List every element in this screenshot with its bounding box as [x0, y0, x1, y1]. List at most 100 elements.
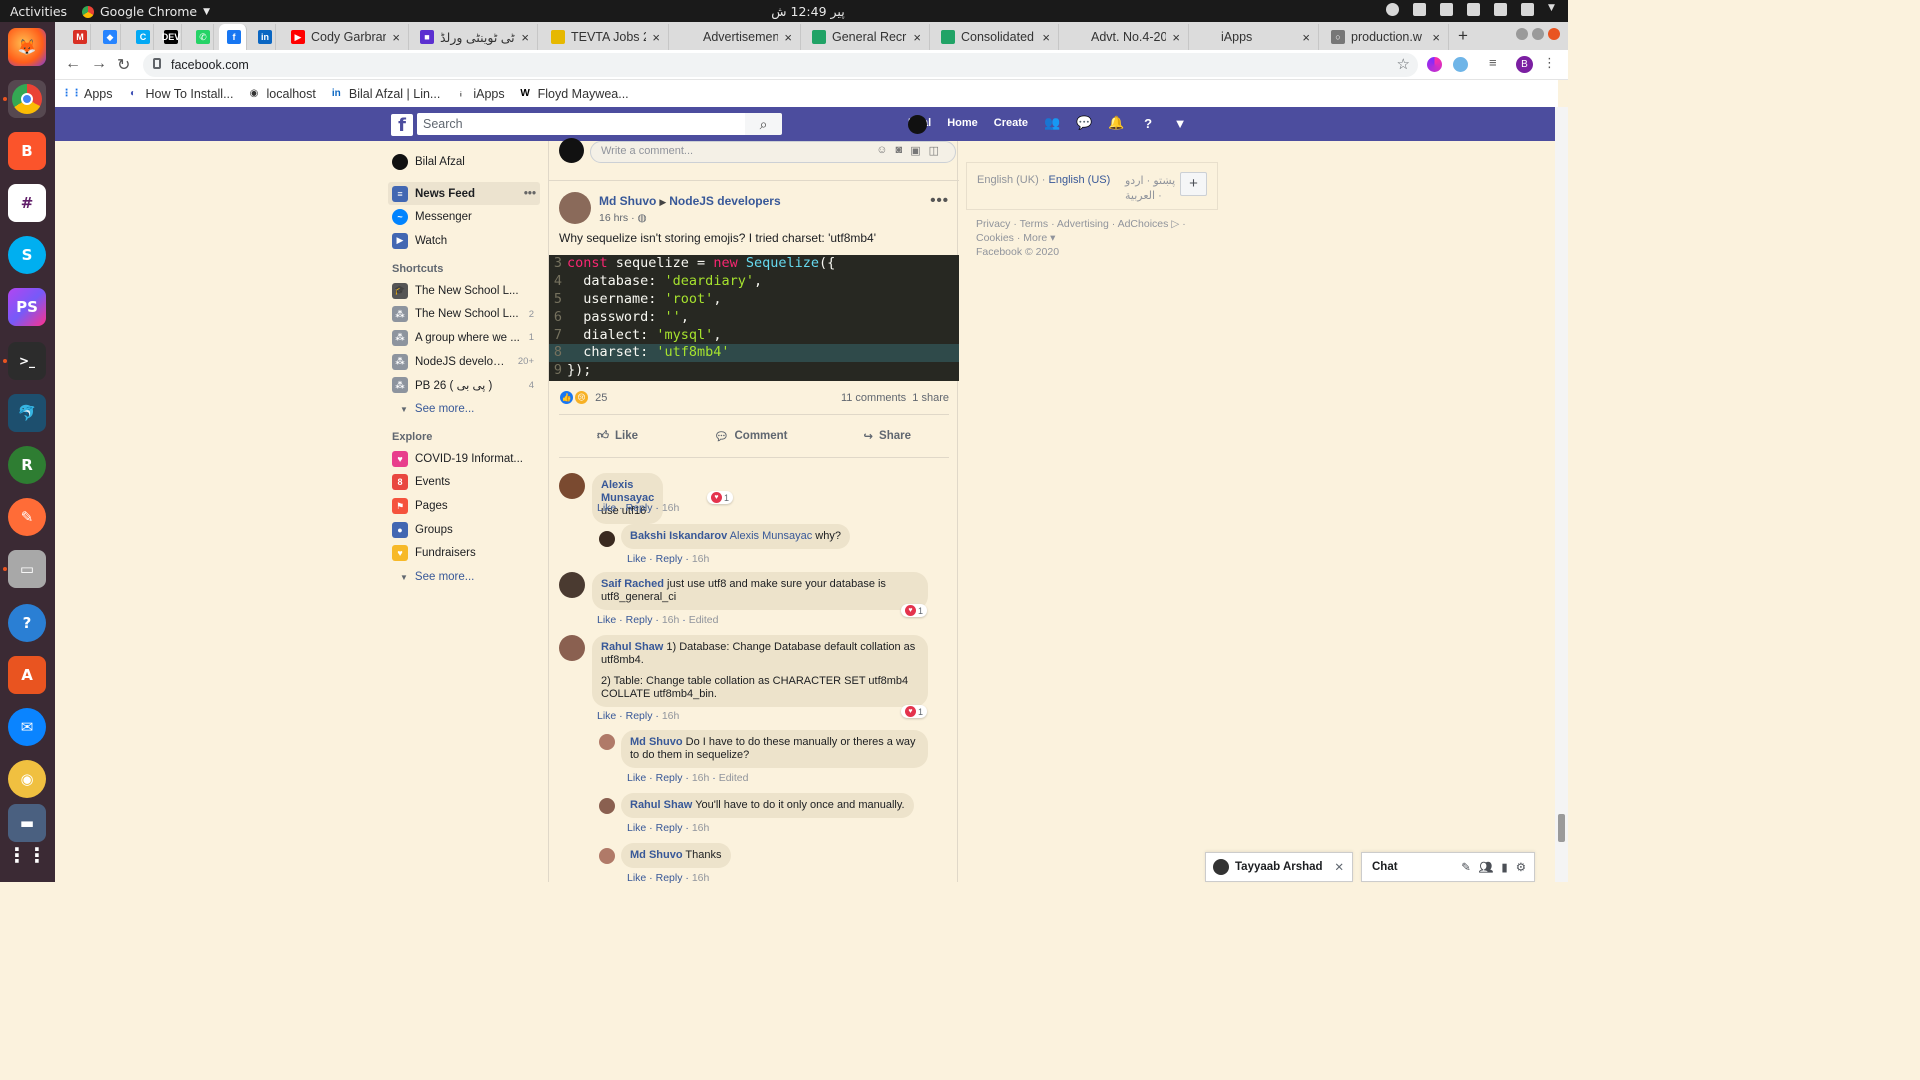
create-link[interactable]: Create: [994, 117, 1028, 129]
postman-icon[interactable]: ✎: [8, 498, 46, 536]
browser-tab[interactable]: General Recru ×: [804, 24, 930, 50]
comment-like-link[interactable]: Like: [597, 710, 616, 722]
browser-tab[interactable]: Advt. No.4-20 ×: [1063, 24, 1189, 50]
page-scrollbar[interactable]: [1555, 107, 1568, 882]
sticker-icon[interactable]: ◫: [929, 144, 939, 157]
sidebar-explore-item[interactable]: ● Groups: [388, 518, 540, 542]
wifi-icon[interactable]: [1440, 3, 1453, 16]
chat-sidebar-bar[interactable]: Chat ✎ 👥︎ ▮ ⚙: [1361, 852, 1535, 882]
sidebar-item-messenger[interactable]: ~ Messenger: [388, 205, 540, 229]
tab-close-icon[interactable]: ×: [1432, 30, 1440, 45]
browser-tab[interactable]: ○ production.w ×: [1323, 24, 1449, 50]
comment-author[interactable]: Md Shuvo: [630, 736, 683, 748]
activities-button[interactable]: Activities: [10, 4, 67, 19]
bookmark-star-icon[interactable]: ☆: [1397, 55, 1410, 73]
avatar[interactable]: [559, 192, 591, 224]
brave-icon[interactable]: B: [8, 132, 46, 170]
comment-like-link[interactable]: Like: [597, 614, 616, 626]
forward-button[interactable]: →: [91, 55, 107, 73]
tab-close-icon[interactable]: ×: [1042, 30, 1050, 45]
reaction-count[interactable]: 25: [595, 392, 607, 404]
bookmark-item[interactable]: in Bilal Afzal | Lin...: [330, 87, 440, 101]
show-apps-icon[interactable]: ⋮⋮: [7, 836, 47, 874]
comment-reply-link[interactable]: Reply: [626, 614, 653, 626]
tagged-user[interactable]: Alexis Munsayac: [730, 530, 813, 542]
mysql-workbench-icon[interactable]: 🐬: [8, 394, 46, 432]
browser-tab[interactable]: iApps ×: [1193, 24, 1319, 50]
comment-like-link[interactable]: Like: [627, 872, 646, 884]
maximize-button[interactable]: [1532, 28, 1544, 40]
add-language-button[interactable]: +: [1180, 172, 1207, 196]
media-control-icon[interactable]: ≡: [1489, 55, 1504, 70]
comment-like-link[interactable]: Like: [627, 822, 646, 834]
firefox-icon[interactable]: 🦊: [8, 28, 46, 66]
avatar[interactable]: [599, 734, 615, 750]
notifications-icon[interactable]: 🔔: [1108, 115, 1124, 131]
friend-requests-icon[interactable]: 👥: [1044, 115, 1060, 131]
comment-author[interactable]: Rahul Shaw: [601, 641, 663, 653]
slack-tray-icon[interactable]: [1413, 3, 1426, 16]
emoji-icon[interactable]: ☺: [876, 144, 887, 157]
sidebar-shortcut-item[interactable]: ⁂ PB 26 ( پی بی ) 4: [388, 374, 540, 398]
comment-time[interactable]: 16h: [662, 502, 680, 514]
gear-icon[interactable]: ⚙: [1516, 860, 1526, 874]
avatar[interactable]: [599, 531, 615, 547]
sidebar-explore-item[interactable]: ♥ Fundraisers: [388, 542, 540, 566]
files-icon[interactable]: ▭: [8, 550, 46, 588]
browser-tab[interactable]: Consolidated ×: [933, 24, 1059, 50]
post-author[interactable]: Md Shuvo: [599, 194, 656, 208]
sidebar-shortcut-item[interactable]: ⁂ A group where we ... 1: [388, 326, 540, 350]
url-text[interactable]: facebook.com: [171, 58, 249, 72]
search-icon[interactable]: ⌕: [745, 113, 782, 135]
rhythmbox-icon[interactable]: ◉: [8, 760, 46, 798]
comment-author[interactable]: Bakshi Iskandarov: [630, 530, 727, 542]
tab-close-icon[interactable]: ×: [652, 30, 660, 45]
messenger-icon[interactable]: 💬: [1076, 115, 1092, 131]
comment-button[interactable]: 💬︎ Comment: [714, 429, 788, 443]
gif-icon[interactable]: ▣: [910, 144, 920, 157]
sidebar-explore-item[interactable]: ⚑ Pages: [388, 494, 540, 518]
see-more-shortcuts[interactable]: ▼ See more...: [388, 397, 540, 421]
extension-icon[interactable]: [1427, 57, 1442, 72]
comment-reply-link[interactable]: Reply: [656, 772, 683, 784]
sidebar-item-profile[interactable]: Bilal Afzal: [388, 150, 540, 174]
browser-tab[interactable]: ■ ٹی ٹوینٹی ورلڈ ×: [412, 24, 538, 50]
address-bar[interactable]: facebook.com ☆: [143, 53, 1418, 77]
bookmark-item[interactable]: ⋮⋮ Apps: [62, 87, 113, 101]
more-options-icon[interactable]: •••: [524, 188, 540, 200]
browser-tab[interactable]: in: [250, 24, 276, 50]
battery-icon[interactable]: [1521, 3, 1534, 16]
help-icon[interactable]: ?: [8, 604, 46, 642]
comment-reply-link[interactable]: Reply: [626, 502, 653, 514]
camera-icon[interactable]: ◙: [896, 144, 903, 157]
tab-close-icon[interactable]: ×: [913, 30, 921, 45]
scrollbar-thumb[interactable]: [1558, 814, 1565, 842]
comment-like-link[interactable]: Like: [597, 502, 616, 514]
sidebar-shortcut-item[interactable]: ⁂ The New School L... 2: [388, 302, 540, 326]
share-button[interactable]: ↪ Share: [863, 429, 911, 443]
chrome-menu-icon[interactable]: ⋮: [1543, 55, 1558, 70]
browser-tab[interactable]: M: [65, 24, 91, 50]
system-tray[interactable]: ▼: [1386, 3, 1556, 16]
volume-icon[interactable]: [1494, 3, 1507, 16]
tab-close-icon[interactable]: ×: [1302, 30, 1310, 45]
comment-author[interactable]: Md Shuvo: [630, 849, 683, 861]
comment-time[interactable]: 16h: [692, 872, 710, 884]
avatar[interactable]: [559, 572, 585, 598]
chrome-dock-icon[interactable]: [8, 80, 46, 118]
terminal-icon[interactable]: >_: [8, 342, 46, 380]
lock-icon[interactable]: [153, 58, 161, 69]
avatar[interactable]: [559, 473, 585, 499]
lang-others[interactable]: پښتو · اردو · العربية: [977, 174, 1177, 204]
chat-tab-open[interactable]: Tayyaab Arshad ✕: [1205, 852, 1353, 882]
phpstorm-icon[interactable]: PS: [8, 288, 46, 326]
edited-label[interactable]: Edited: [689, 614, 719, 626]
tab-close-icon[interactable]: ×: [521, 30, 529, 45]
comment-like-link[interactable]: Like: [627, 553, 646, 565]
comment-reply-link[interactable]: Reply: [656, 822, 683, 834]
shares-count[interactable]: 1 share: [912, 392, 949, 404]
new-tab-button[interactable]: +: [1458, 26, 1468, 46]
comment-reactions[interactable]: ♥ 1: [901, 604, 928, 617]
edited-label[interactable]: Edited: [719, 772, 749, 784]
comment-author[interactable]: Alexis Munsayac: [601, 479, 654, 504]
